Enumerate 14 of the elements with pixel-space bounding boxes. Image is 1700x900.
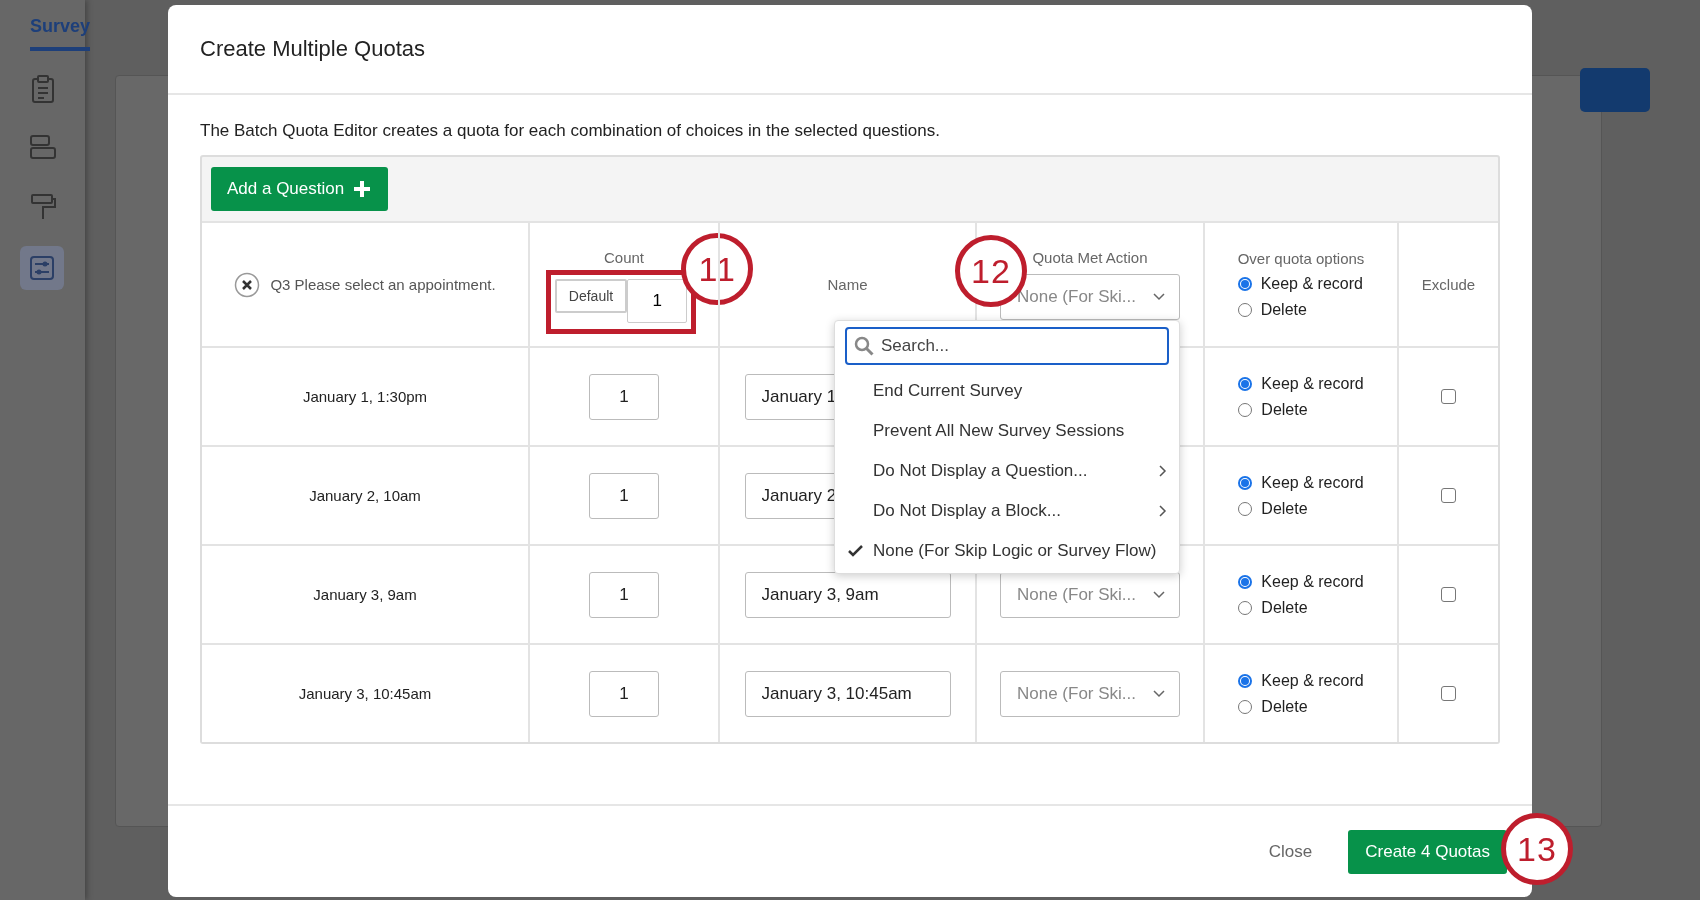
choice-label: January 3, 10:45am (298, 685, 432, 702)
column-header: Name (827, 276, 868, 293)
step-callout: 11 (681, 233, 754, 305)
column-header: Count (603, 249, 644, 266)
question-label: Q3 Please select an appointment. (270, 276, 496, 293)
column-header: Exclude (1421, 276, 1476, 293)
choice-label: January 1, 1:30pm (302, 388, 428, 405)
description-text: The Batch Quota Editor creates a quota for each combination of choices in the selected questions. (200, 121, 941, 141)
step-callout: 13 (1501, 813, 1573, 885)
choice-label: January 3, 9am (313, 586, 417, 603)
choice-label: January 2, 10am (309, 487, 421, 504)
dialog-title: Create Multiple Quotas (200, 36, 425, 62)
column-header: Over quota options (1237, 250, 1365, 267)
column-header: Quota Met Action (1032, 249, 1148, 266)
